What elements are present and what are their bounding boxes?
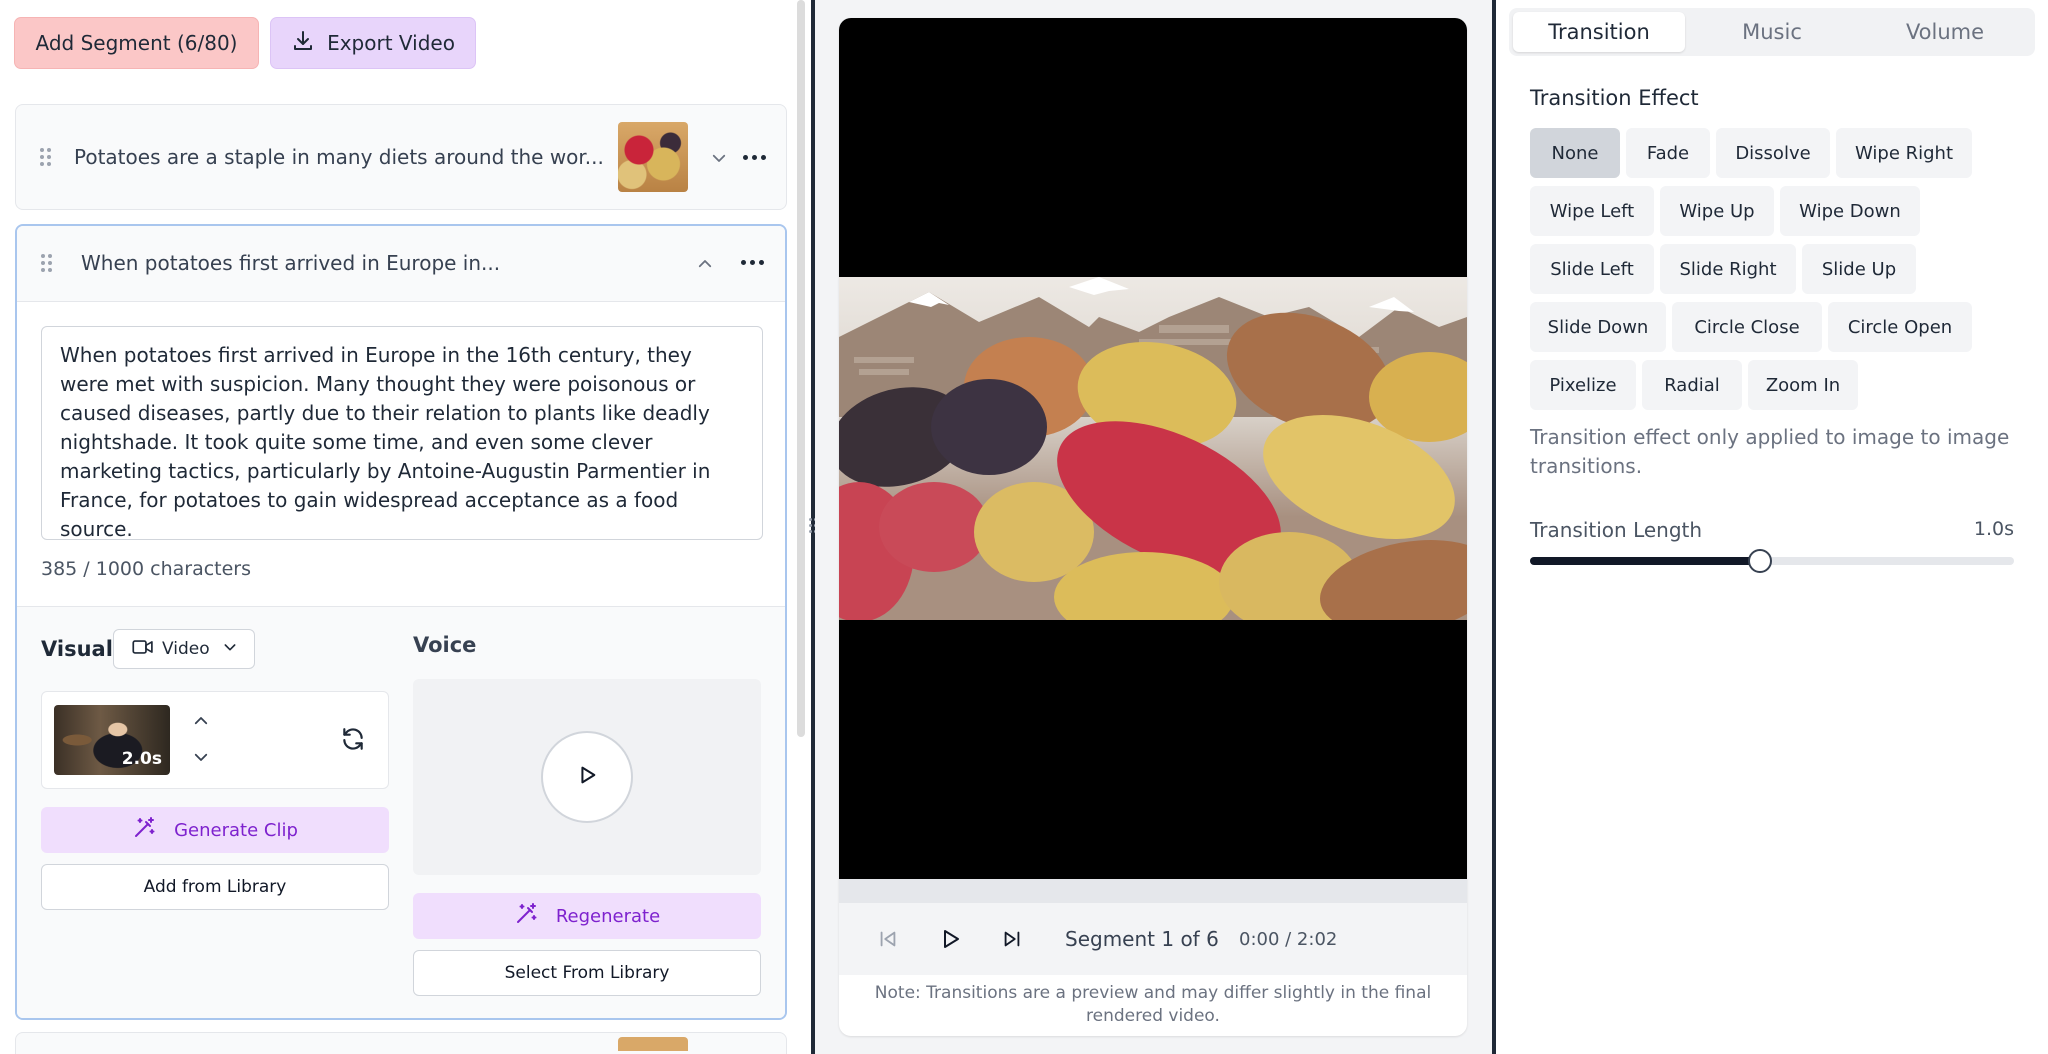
transition-length-value: 1.0s bbox=[1973, 518, 2014, 540]
tab-music[interactable]: Music bbox=[1686, 12, 1858, 52]
preview-panel: Segment 1 of 6 0:00 / 2:02 Note: Transit… bbox=[815, 0, 1492, 1054]
playback-time: 0:00 / 2:02 bbox=[1239, 928, 1338, 950]
settings-tabs: Transition Music Volume bbox=[1509, 8, 2035, 56]
segment-indicator: Segment 1 of 6 bbox=[1065, 927, 1219, 951]
effect-fade[interactable]: Fade bbox=[1626, 128, 1710, 178]
effect-circle-open[interactable]: Circle Open bbox=[1828, 302, 1972, 352]
slider-thumb[interactable] bbox=[1747, 549, 1772, 573]
scrollbar[interactable] bbox=[797, 0, 805, 737]
more-horizontal-icon[interactable] bbox=[741, 260, 764, 265]
segment-editor-panel: Add Segment (6/80) Export Video Potatoes… bbox=[0, 0, 808, 1054]
transition-effect-label: Transition Effect bbox=[1530, 86, 1699, 110]
skip-forward-icon[interactable] bbox=[997, 924, 1027, 954]
select-from-library-button[interactable]: Select From Library bbox=[413, 950, 761, 996]
player-controls: Segment 1 of 6 0:00 / 2:02 bbox=[839, 903, 1467, 975]
play-icon[interactable] bbox=[935, 924, 965, 954]
effect-wipe-up[interactable]: Wipe Up bbox=[1660, 186, 1774, 236]
transition-length-label: Transition Length bbox=[1530, 518, 1703, 542]
effect-radial[interactable]: Radial bbox=[1642, 360, 1742, 410]
segment-header[interactable]: When potatoes first arrived in Europe in… bbox=[17, 226, 785, 302]
more-horizontal-icon[interactable] bbox=[743, 155, 766, 160]
effect-pixelize[interactable]: Pixelize bbox=[1530, 360, 1636, 410]
play-icon bbox=[576, 764, 598, 790]
voice-preview bbox=[413, 679, 761, 875]
segment-card-3[interactable] bbox=[15, 1032, 787, 1054]
chevron-down-icon[interactable] bbox=[192, 748, 210, 770]
segment-title[interactable]: Potatoes are a staple in many diets arou… bbox=[74, 145, 604, 169]
visual-label: Visual bbox=[41, 637, 113, 661]
transition-length-slider[interactable] bbox=[1530, 549, 2014, 573]
segment-title[interactable]: When potatoes first arrived in Europe in… bbox=[81, 251, 500, 275]
segment-card-1[interactable]: Potatoes are a staple in many diets arou… bbox=[15, 104, 787, 210]
generate-clip-label: Generate Clip bbox=[174, 819, 298, 841]
video-player: Segment 1 of 6 0:00 / 2:02 Note: Transit… bbox=[839, 18, 1467, 1036]
media-section: Visual Video 2.0s Generate Clip Add from… bbox=[17, 607, 785, 1018]
settings-panel: Transition Music Volume Transition Effec… bbox=[1496, 0, 2048, 1054]
chevron-down-icon[interactable] bbox=[710, 149, 728, 167]
refresh-icon[interactable] bbox=[340, 726, 366, 756]
clip-item: 2.0s bbox=[41, 691, 389, 789]
clip-thumbnail[interactable]: 2.0s bbox=[54, 705, 170, 775]
regenerate-voice-button[interactable]: Regenerate bbox=[413, 893, 761, 939]
effect-wipe-right[interactable]: Wipe Right bbox=[1836, 128, 1972, 178]
generate-clip-button[interactable]: Generate Clip bbox=[41, 807, 389, 853]
clip-duration: 2.0s bbox=[121, 749, 162, 769]
magic-wand-icon bbox=[132, 816, 156, 845]
effect-wipe-left[interactable]: Wipe Left bbox=[1530, 186, 1654, 236]
progress-track[interactable] bbox=[839, 879, 1467, 903]
regenerate-label: Regenerate bbox=[555, 905, 661, 927]
segment-thumbnail[interactable] bbox=[618, 122, 688, 192]
visual-type-select[interactable]: Video bbox=[113, 629, 255, 669]
preview-note: Note: Transitions are a preview and may … bbox=[874, 983, 1432, 1026]
segment-card-2: When potatoes first arrived in Europe in… bbox=[15, 224, 787, 1020]
segment-thumbnail[interactable] bbox=[618, 1037, 688, 1051]
download-icon bbox=[291, 29, 315, 58]
effect-circle-close[interactable]: Circle Close bbox=[1672, 302, 1822, 352]
visual-type-value: Video bbox=[162, 639, 210, 659]
tab-transition[interactable]: Transition bbox=[1513, 12, 1685, 52]
chevron-down-icon bbox=[222, 639, 238, 660]
add-segment-label: Add Segment (6/80) bbox=[35, 31, 238, 55]
effect-slide-up[interactable]: Slide Up bbox=[1802, 244, 1916, 294]
effect-slide-right[interactable]: Slide Right bbox=[1660, 244, 1796, 294]
add-segment-button[interactable]: Add Segment (6/80) bbox=[14, 17, 259, 69]
grip-icon[interactable] bbox=[40, 148, 54, 168]
magic-wand-icon bbox=[514, 902, 538, 931]
chevron-up-icon[interactable] bbox=[192, 712, 210, 734]
segment-script-textarea[interactable]: When potatoes first arrived in Europe in… bbox=[41, 326, 763, 541]
voice-play-button[interactable] bbox=[541, 731, 633, 823]
effect-wipe-down[interactable]: Wipe Down bbox=[1780, 186, 1920, 236]
effect-dissolve[interactable]: Dissolve bbox=[1716, 128, 1830, 178]
voice-label: Voice bbox=[413, 633, 477, 657]
effect-none[interactable]: None bbox=[1530, 128, 1620, 178]
character-count: 385 / 1000 characters bbox=[41, 558, 252, 580]
preview-image bbox=[839, 277, 1467, 620]
effect-slide-left[interactable]: Slide Left bbox=[1530, 244, 1654, 294]
video-camera-icon bbox=[132, 638, 154, 661]
export-video-label: Export Video bbox=[327, 31, 455, 55]
grip-icon[interactable] bbox=[41, 254, 55, 274]
slider-fill bbox=[1530, 557, 1760, 565]
transition-note: Transition effect only applied to image … bbox=[1530, 425, 2010, 478]
tab-volume[interactable]: Volume bbox=[1859, 12, 2031, 52]
effect-slide-down[interactable]: Slide Down bbox=[1530, 302, 1666, 352]
chevron-up-icon[interactable] bbox=[696, 255, 714, 273]
skip-back-icon[interactable] bbox=[873, 924, 903, 954]
add-from-library-button[interactable]: Add from Library bbox=[41, 864, 389, 910]
video-frame[interactable] bbox=[839, 18, 1467, 879]
effect-zoom-in[interactable]: Zoom In bbox=[1748, 360, 1858, 410]
export-video-button[interactable]: Export Video bbox=[270, 17, 476, 69]
